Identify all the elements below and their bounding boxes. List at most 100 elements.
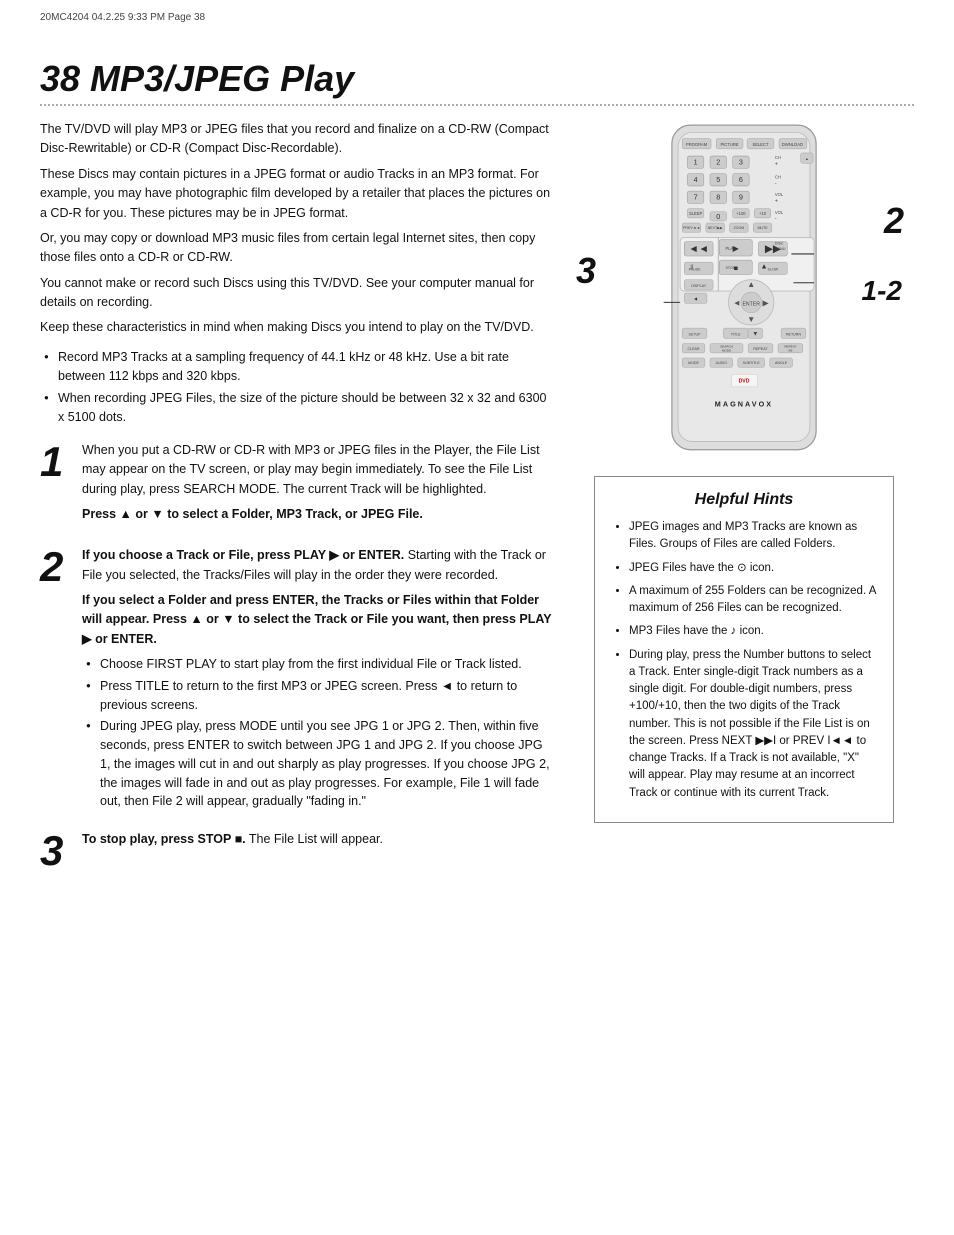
svg-text:SUBTITLE: SUBTITLE	[743, 361, 761, 365]
hint-4: MP3 Files have the ♪ icon.	[629, 623, 877, 640]
svg-text:PICTURE: PICTURE	[721, 142, 739, 147]
svg-text:MUTE: MUTE	[757, 226, 768, 230]
step-3-text: To stop play, press STOP ■. The File Lis…	[82, 830, 554, 849]
step-2-content: If you choose a Track or File, press PLA…	[82, 546, 554, 814]
step-2-sub-bullets: Choose FIRST PLAY to start play from the…	[82, 655, 554, 811]
svg-text:+10: +10	[759, 211, 767, 216]
step-3: 3 To stop play, press STOP ■. The File L…	[40, 830, 554, 872]
svg-text:VOL: VOL	[775, 192, 784, 197]
svg-text:3: 3	[739, 157, 743, 166]
svg-text:STOP: STOP	[725, 266, 735, 270]
svg-text:REPEAT: REPEAT	[753, 347, 768, 351]
step-2-sub-1: Choose FIRST PLAY to start play from the…	[86, 655, 554, 674]
intro-bullet-2: When recording JPEG Files, the size of t…	[44, 389, 554, 427]
page-title: 38 MP3/JPEG Play	[40, 58, 914, 100]
hint-3: A maximum of 255 Folders can be recogniz…	[629, 583, 877, 618]
svg-text:RETURN: RETURN	[786, 332, 801, 336]
step-1-bold: Press ▲ or ▼ to select a Folder, MP3 Tra…	[82, 505, 554, 524]
svg-text:+: +	[775, 198, 778, 204]
step-3-bold-prefix: To stop play, press STOP ■.	[82, 832, 246, 846]
step-2: 2 If you choose a Track or File, press P…	[40, 546, 554, 814]
intro-bullets: Record MP3 Tracks at a sampling frequenc…	[40, 348, 554, 427]
remote-label-3: 3	[576, 250, 596, 292]
svg-text:AB: AB	[788, 348, 792, 352]
remote-label-1-2: 1-2	[862, 275, 902, 307]
step-1: 1 When you put a CD-RW or CD-R with MP3 …	[40, 441, 554, 531]
intro-p5: Keep these characteristics in mind when …	[40, 318, 554, 337]
left-column: The TV/DVD will play MP3 or JPEG files t…	[40, 120, 554, 888]
svg-text:PLAY: PLAY	[725, 246, 735, 251]
intro-p2: These Discs may contain pictures in a JP…	[40, 165, 554, 223]
page-container: 20MC4204 04.2.25 9:33 PM Page 38 38 MP3/…	[0, 0, 954, 1235]
hint-1: JPEG images and MP3 Tracks are known as …	[629, 519, 877, 554]
intro-p3: Or, you may copy or download MP3 music f…	[40, 229, 554, 268]
svg-text:MENU: MENU	[775, 247, 786, 251]
svg-text:VOL: VOL	[775, 210, 784, 215]
svg-text:◄: ◄	[693, 296, 698, 302]
svg-text:9: 9	[739, 192, 743, 201]
intro-bullet-1: Record MP3 Tracks at a sampling frequenc…	[44, 348, 554, 386]
hints-title: Helpful Hints	[611, 491, 877, 509]
svg-text:6: 6	[739, 175, 743, 184]
step-1-content: When you put a CD-RW or CD-R with MP3 or…	[82, 441, 554, 531]
hints-box: Helpful Hints JPEG images and MP3 Tracks…	[594, 476, 894, 823]
svg-text:AUDIO: AUDIO	[716, 361, 728, 365]
svg-text:DISPLAY: DISPLAY	[691, 284, 707, 288]
hints-list: JPEG images and MP3 Tracks are known as …	[611, 519, 877, 802]
svg-text:DVD: DVD	[739, 379, 750, 385]
step-3-content: To stop play, press STOP ■. The File Lis…	[82, 830, 554, 855]
svg-text:SETUP: SETUP	[689, 332, 702, 336]
hint-5: During play, press the Number buttons to…	[629, 647, 877, 802]
intro-p4: You cannot make or record such Discs usi…	[40, 274, 554, 313]
step-2-intro-bold: If you choose a Track or File, press PLA…	[82, 548, 404, 562]
svg-text:+100: +100	[736, 211, 746, 216]
svg-text:TITLE: TITLE	[731, 332, 741, 336]
svg-text:▶: ▶	[762, 298, 769, 307]
right-column: 2 3 1-2 PROGRAM PICTURE SELECT DW	[574, 120, 914, 888]
svg-text:4: 4	[694, 175, 698, 184]
svg-text:8: 8	[716, 192, 720, 201]
svg-text:PROGRAM: PROGRAM	[686, 142, 708, 147]
svg-text:MODE: MODE	[722, 348, 731, 352]
step-2-sub-3: During JPEG play, press MODE until you s…	[86, 717, 554, 811]
svg-text:7: 7	[694, 192, 698, 201]
step-2-number: 2	[40, 546, 70, 588]
step-1-number: 1	[40, 441, 70, 483]
svg-text:SLOW: SLOW	[768, 267, 779, 271]
svg-text:MODE: MODE	[688, 361, 699, 365]
svg-text:2: 2	[716, 157, 720, 166]
svg-text:-: -	[775, 181, 777, 187]
section-divider	[40, 104, 914, 106]
svg-text:5: 5	[716, 175, 720, 184]
remote-svg: PROGRAM PICTURE SELECT DWNLOAD ▲ 1 2 3 C…	[594, 120, 894, 460]
remote-wrapper: 2 3 1-2 PROGRAM PICTURE SELECT DW	[594, 120, 894, 460]
intro-paragraphs: The TV/DVD will play MP3 or JPEG files t…	[40, 120, 554, 338]
svg-text:▼: ▼	[747, 315, 755, 324]
svg-text:CH: CH	[775, 175, 781, 180]
svg-text:DISC: DISC	[775, 242, 784, 246]
svg-text:II: II	[690, 264, 693, 270]
svg-text:ZOOM: ZOOM	[733, 226, 744, 230]
svg-text:ANGLE: ANGLE	[775, 361, 788, 365]
svg-text:PREV◄◄: PREV◄◄	[683, 226, 700, 230]
step-1-text: When you put a CD-RW or CD-R with MP3 or…	[82, 441, 554, 499]
svg-text:SLEEP: SLEEP	[689, 211, 703, 216]
svg-text:CH: CH	[775, 155, 781, 160]
svg-text:CLEAR: CLEAR	[688, 347, 700, 351]
svg-text:+: +	[775, 161, 778, 167]
svg-text:◄◄: ◄◄	[688, 244, 708, 255]
remote-label-2: 2	[884, 200, 904, 242]
step-2-sub-2: Press TITLE to return to the first MP3 o…	[86, 677, 554, 715]
step-3-number: 3	[40, 830, 70, 872]
intro-p1: The TV/DVD will play MP3 or JPEG files t…	[40, 120, 554, 159]
main-layout: The TV/DVD will play MP3 or JPEG files t…	[40, 120, 914, 888]
step-2-intro: If you choose a Track or File, press PLA…	[82, 546, 554, 585]
svg-text:MAGNAVOX: MAGNAVOX	[715, 399, 773, 408]
svg-text:SELECT: SELECT	[752, 142, 768, 147]
svg-text:DWNLOAD: DWNLOAD	[782, 142, 803, 147]
svg-text:▲: ▲	[747, 280, 755, 289]
hint-2: JPEG Files have the ⊙ icon.	[629, 560, 877, 577]
step-2-bold-block: If you select a Folder and press ENTER, …	[82, 591, 554, 649]
svg-text:◄: ◄	[733, 298, 741, 307]
svg-text:▼: ▼	[752, 330, 758, 337]
